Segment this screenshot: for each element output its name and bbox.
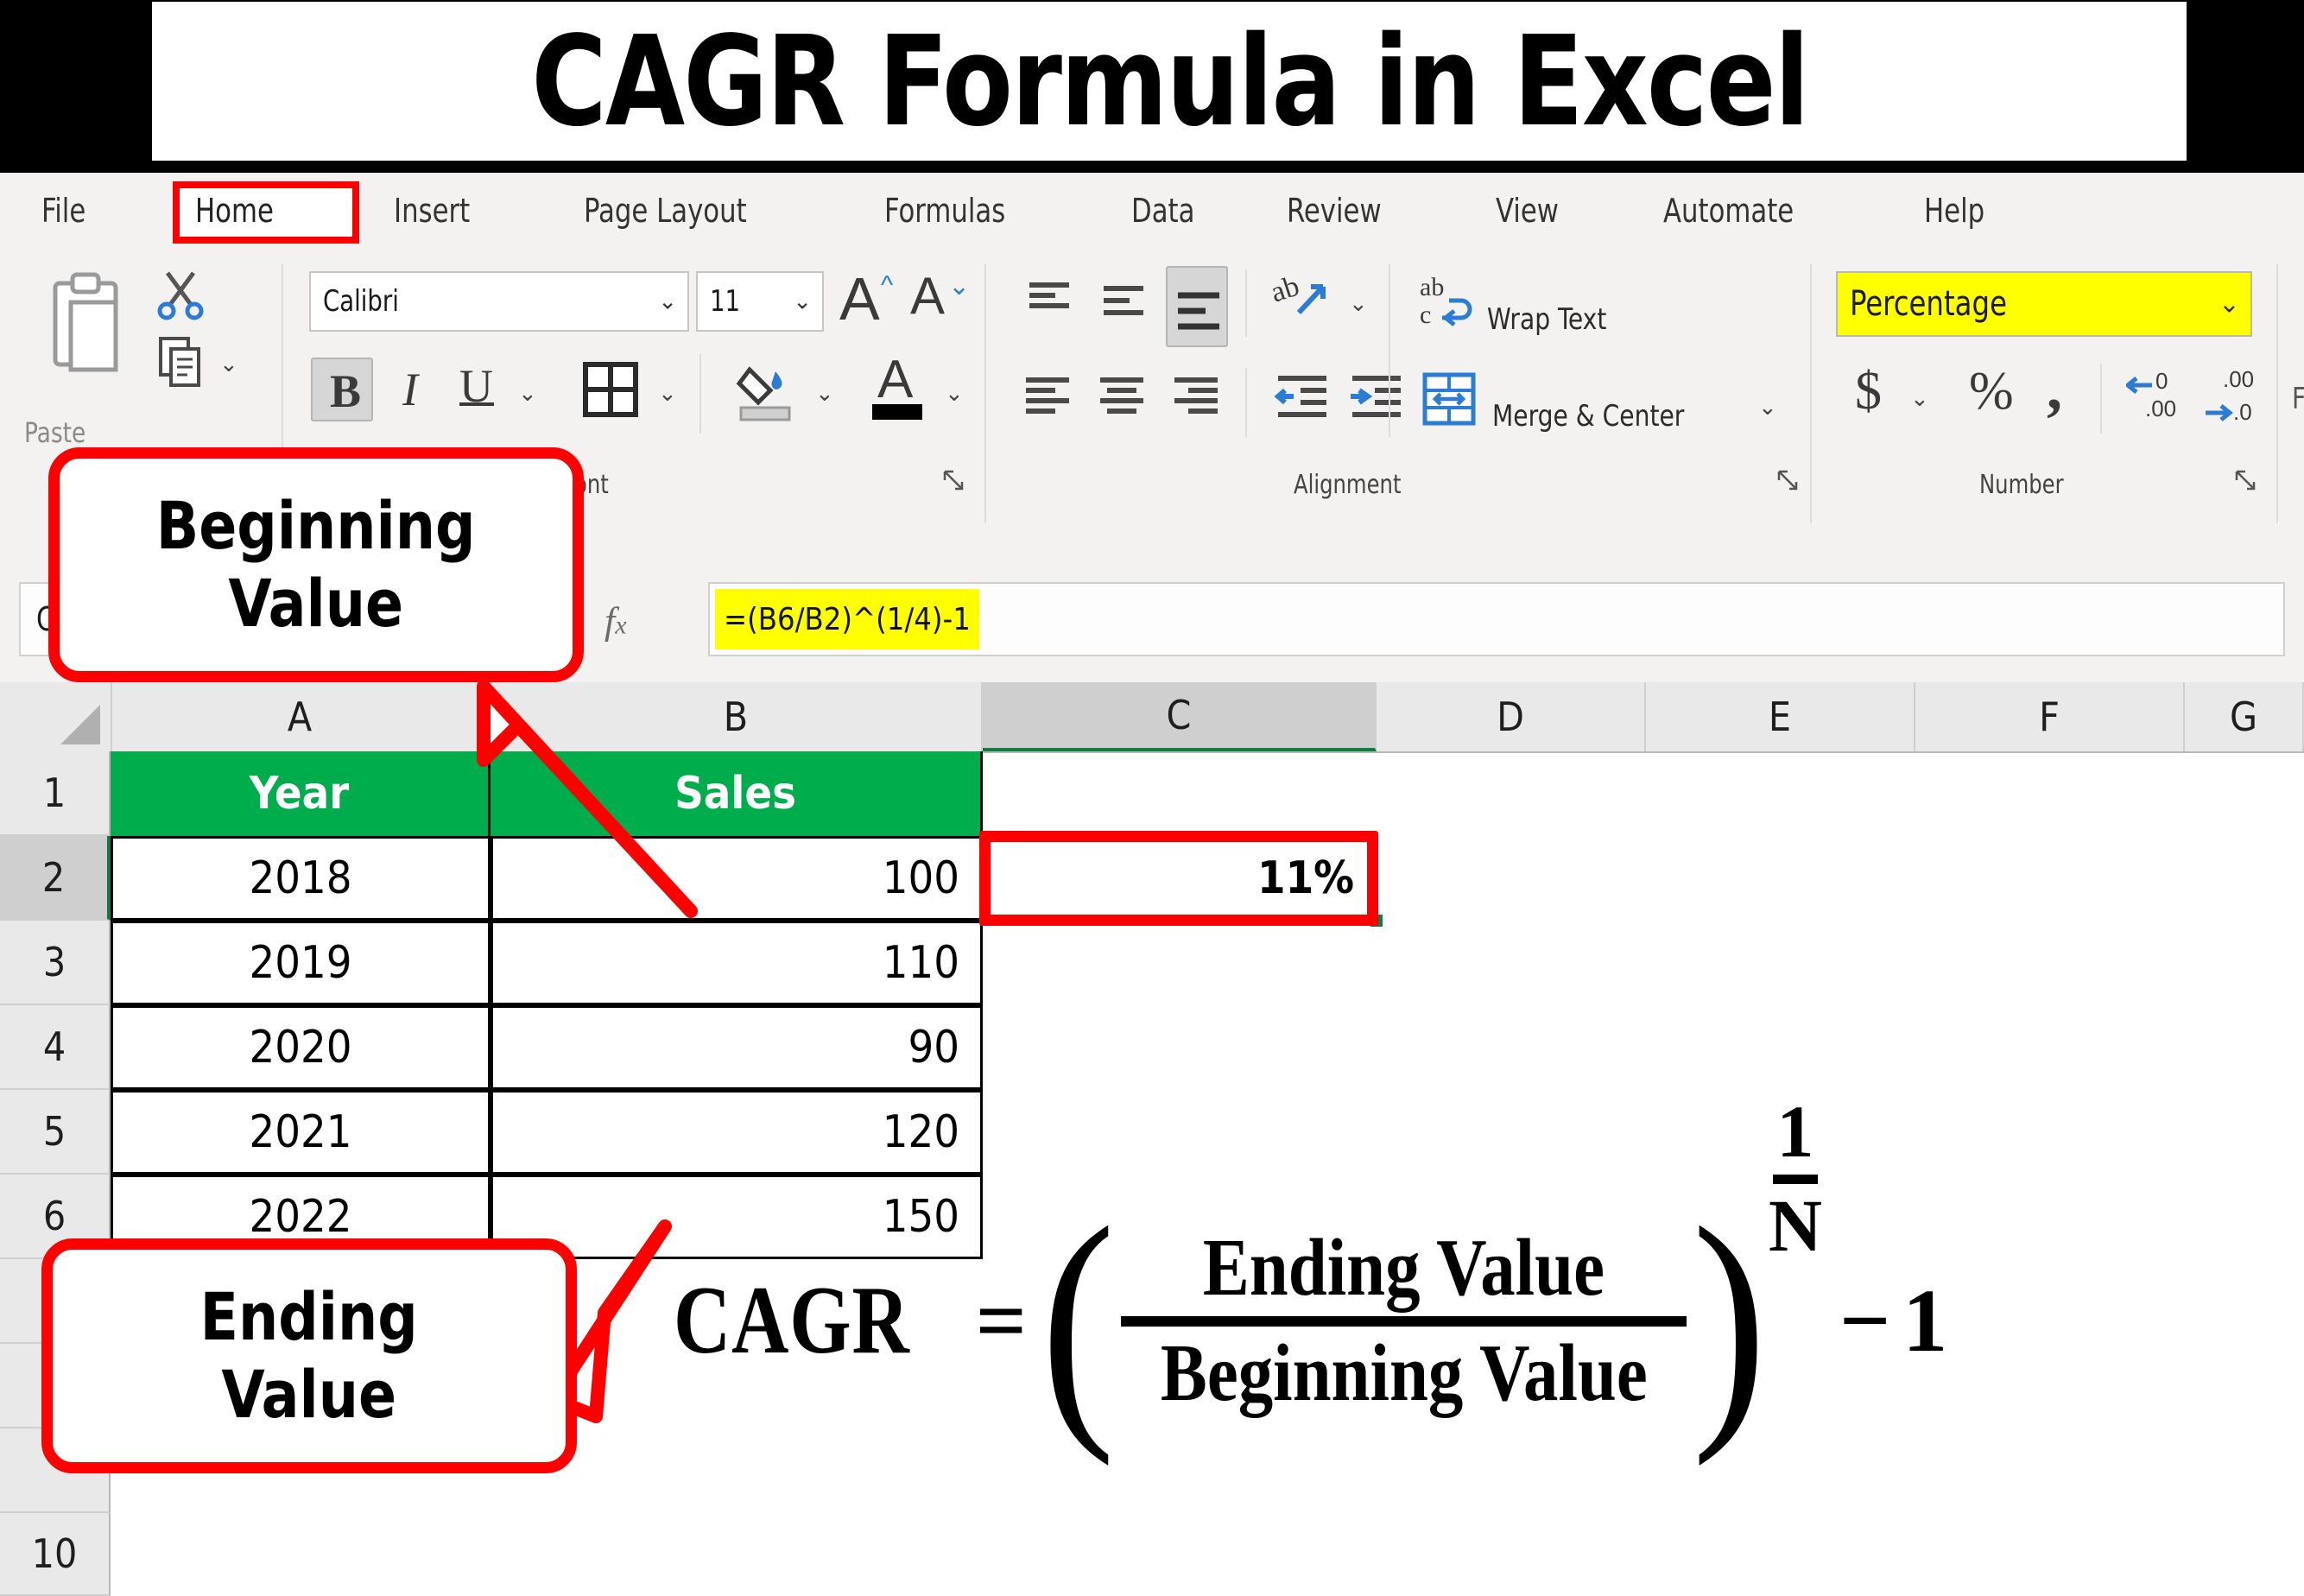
result-cell-highlight-box xyxy=(979,831,1378,926)
callout-ending-value: Ending Value xyxy=(41,1238,577,1473)
callout-ending-line1: Ending xyxy=(199,1278,419,1356)
callout-beginning-line1: Beginning xyxy=(156,487,476,565)
excel-screenshot: CAGR Formula in Excel File Home Insert P… xyxy=(0,0,2304,1596)
callout-beginning-line2: Value xyxy=(228,565,404,642)
callout-beginning-value: Beginning Value xyxy=(48,447,584,682)
beginning-value-arrow-icon xyxy=(477,680,698,918)
callout-ending-line2: Value xyxy=(221,1356,397,1433)
